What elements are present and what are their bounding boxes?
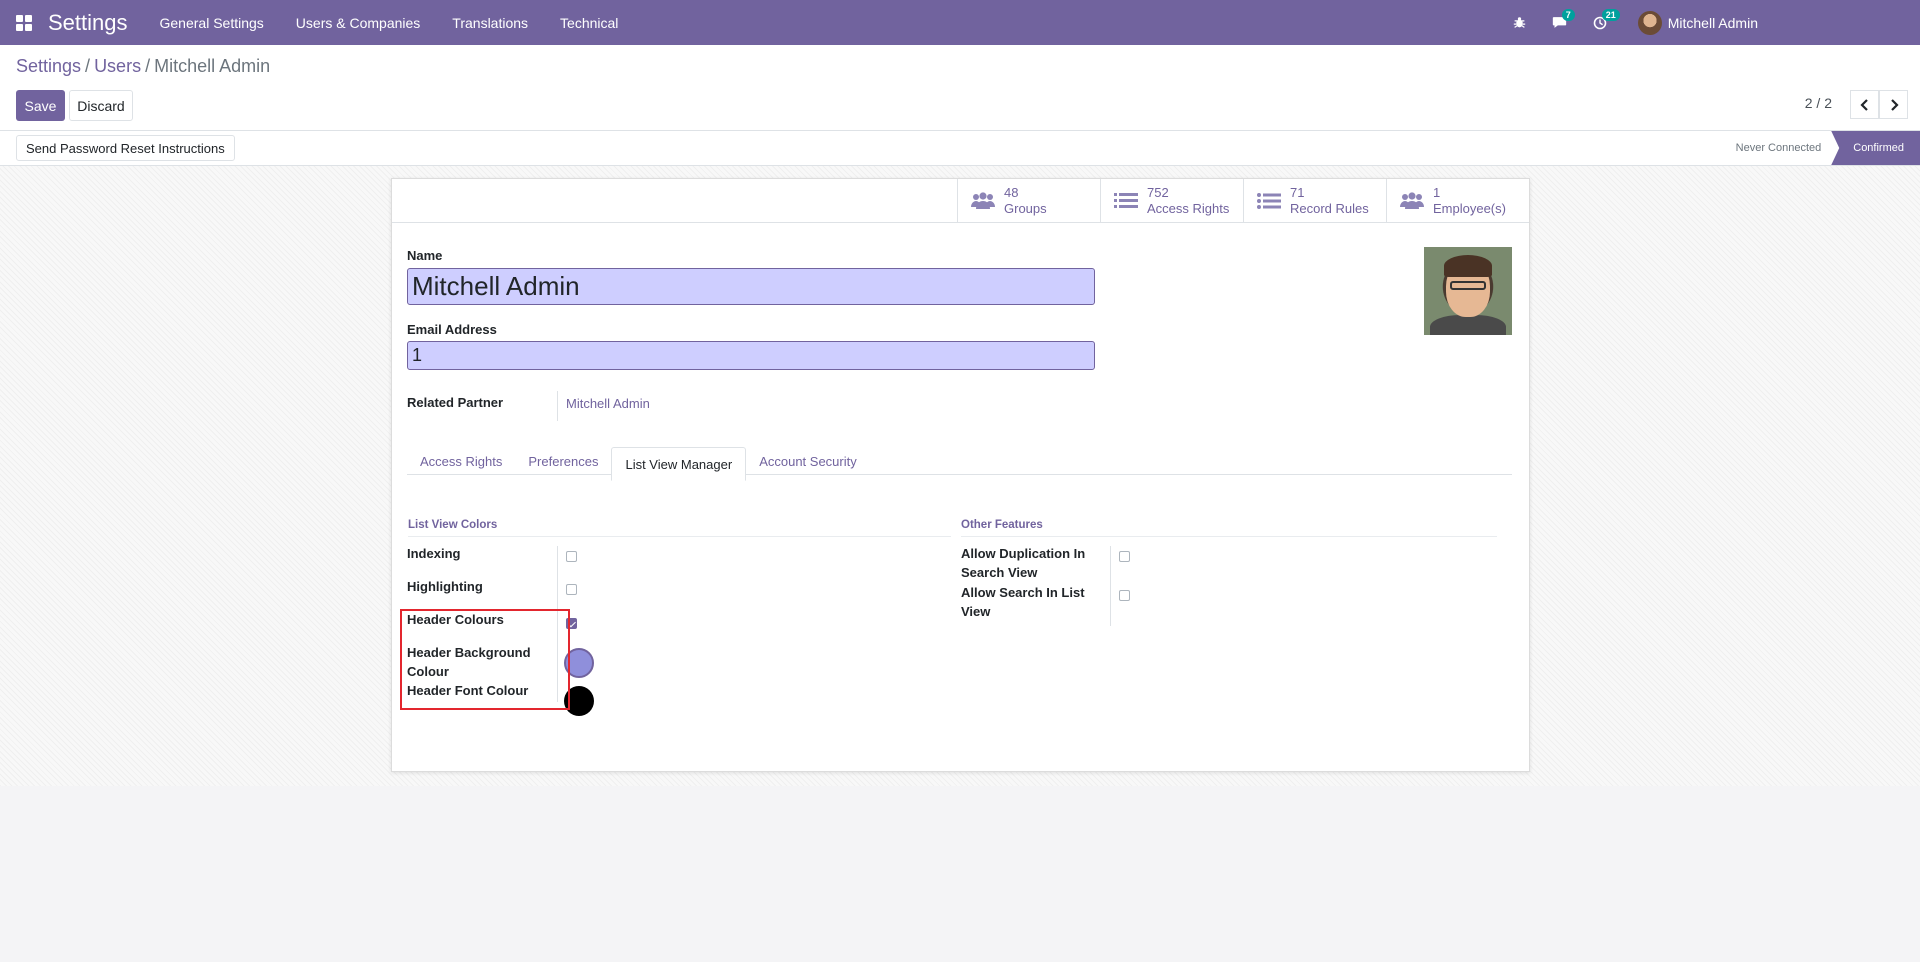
messages-badge: 7 xyxy=(1561,9,1575,21)
menu-technical[interactable]: Technical xyxy=(560,15,618,31)
smart-button-box: 48 Groups 752 Access Rights 71 Record Ru… xyxy=(957,179,1529,223)
allow-duplication-label: Allow Duplication In Search View xyxy=(961,544,1085,582)
users-icon xyxy=(1399,191,1425,211)
email-label: Email Address xyxy=(407,322,497,337)
access-rights-count: 752 xyxy=(1147,184,1169,200)
email-input[interactable]: 1 xyxy=(407,341,1095,370)
allow-search-checkbox[interactable] xyxy=(1119,590,1130,601)
avatar xyxy=(1637,10,1662,35)
allow-duplication-label-line: Allow Duplication In xyxy=(961,546,1086,561)
employees-smart-button[interactable]: 1 Employee(s) xyxy=(1386,179,1529,222)
employees-label: Employee(s) xyxy=(1433,200,1506,216)
app-brand[interactable]: Settings xyxy=(48,10,128,36)
save-button[interactable]: Save xyxy=(16,90,65,121)
record-rules-smart-button[interactable]: 71 Record Rules xyxy=(1243,179,1386,222)
tab-preferences[interactable]: Preferences xyxy=(515,447,611,475)
users-icon xyxy=(970,191,996,211)
apps-grid-icon[interactable] xyxy=(0,0,48,45)
list-icon xyxy=(1113,191,1139,211)
pager-buttons xyxy=(1850,90,1908,119)
highlighting-label: Highlighting xyxy=(407,579,483,594)
access-rights-label: Access Rights xyxy=(1147,200,1230,216)
breadcrumb: Settings / Users / Mitchell Admin xyxy=(16,56,270,77)
discard-button[interactable]: Discard xyxy=(69,90,133,121)
pager-value[interactable]: 2 / 2 xyxy=(1805,95,1832,111)
groups-count: 48 xyxy=(1004,184,1019,200)
record-rules-label: Record Rules xyxy=(1290,200,1369,216)
menu-translations[interactable]: Translations xyxy=(452,15,528,31)
highlight-annotation-box xyxy=(400,609,570,710)
breadcrumb-users[interactable]: Users xyxy=(94,56,141,77)
related-partner-link[interactable]: Mitchell Admin xyxy=(566,396,650,411)
highlighting-checkbox[interactable] xyxy=(566,584,577,595)
notebook-tabs: Access Rights Preferences List View Mana… xyxy=(407,447,1512,481)
record-rules-count: 71 xyxy=(1290,184,1305,200)
top-navbar: Settings General Settings Users & Compan… xyxy=(0,0,1920,45)
indexing-checkbox[interactable] xyxy=(566,551,577,562)
tab-account-security[interactable]: Account Security xyxy=(746,447,870,475)
user-name: Mitchell Admin xyxy=(1667,14,1758,31)
control-panel: Settings / Users / Mitchell Admin Save D… xyxy=(0,45,1920,131)
chevron-left-icon xyxy=(1859,98,1868,111)
form-statusbar: Send Password Reset Instructions Never C… xyxy=(0,131,1920,166)
allow-search-label-line: Allow Search In List xyxy=(961,585,1085,600)
status-never-connected: Never Connected xyxy=(1735,142,1822,154)
status-confirmed: Confirmed xyxy=(1831,131,1920,165)
access-rights-smart-button[interactable]: 752 Access Rights xyxy=(1100,179,1243,222)
related-partner-label: Related Partner xyxy=(407,395,504,410)
other-features-title: Other Features xyxy=(961,519,1497,537)
clock-icon[interactable]: 21 xyxy=(1580,0,1620,45)
user-menu[interactable]: Mitchell Admin xyxy=(1637,10,1758,35)
allow-search-label-line: View xyxy=(961,604,991,619)
chevron-right-icon xyxy=(1890,98,1899,111)
pager-previous-button[interactable] xyxy=(1850,90,1879,119)
tab-access-rights[interactable]: Access Rights xyxy=(407,447,515,475)
tab-list-view-manager[interactable]: List View Manager xyxy=(611,447,747,481)
breadcrumb-settings[interactable]: Settings xyxy=(16,56,81,77)
pager-next-button[interactable] xyxy=(1879,90,1908,119)
form-sheet: 48 Groups 752 Access Rights 71 Record Ru… xyxy=(391,178,1530,772)
employees-count: 1 xyxy=(1433,184,1441,200)
divider xyxy=(557,391,558,421)
menu-general-settings[interactable]: General Settings xyxy=(160,15,264,31)
activities-badge: 21 xyxy=(1601,9,1620,21)
name-label: Name xyxy=(407,248,443,263)
allow-duplication-checkbox[interactable] xyxy=(1119,551,1130,562)
allow-search-label: Allow Search In List View xyxy=(961,583,1085,621)
chat-icon[interactable]: 7 xyxy=(1540,0,1580,45)
breadcrumb-separator: / xyxy=(145,56,151,76)
breadcrumb-separator: / xyxy=(85,56,91,76)
list-icon xyxy=(1256,191,1282,211)
groups-smart-button[interactable]: 48 Groups xyxy=(957,179,1100,222)
divider xyxy=(1110,546,1111,626)
allow-duplication-label-line: Search View xyxy=(961,565,1038,580)
indexing-label: Indexing xyxy=(407,546,461,561)
name-input[interactable]: Mitchell Admin xyxy=(407,268,1095,305)
menu-users-companies[interactable]: Users & Companies xyxy=(296,15,421,31)
groups-label: Groups xyxy=(1004,200,1047,216)
breadcrumb-current: Mitchell Admin xyxy=(154,56,271,76)
send-password-reset-button[interactable]: Send Password Reset Instructions xyxy=(16,135,235,161)
list-view-colors-title: List View Colors xyxy=(408,519,951,537)
bug-icon[interactable] xyxy=(1500,0,1540,45)
status-steps: Never Connected Confirmed xyxy=(1726,131,1920,165)
user-photo[interactable] xyxy=(1424,247,1512,335)
